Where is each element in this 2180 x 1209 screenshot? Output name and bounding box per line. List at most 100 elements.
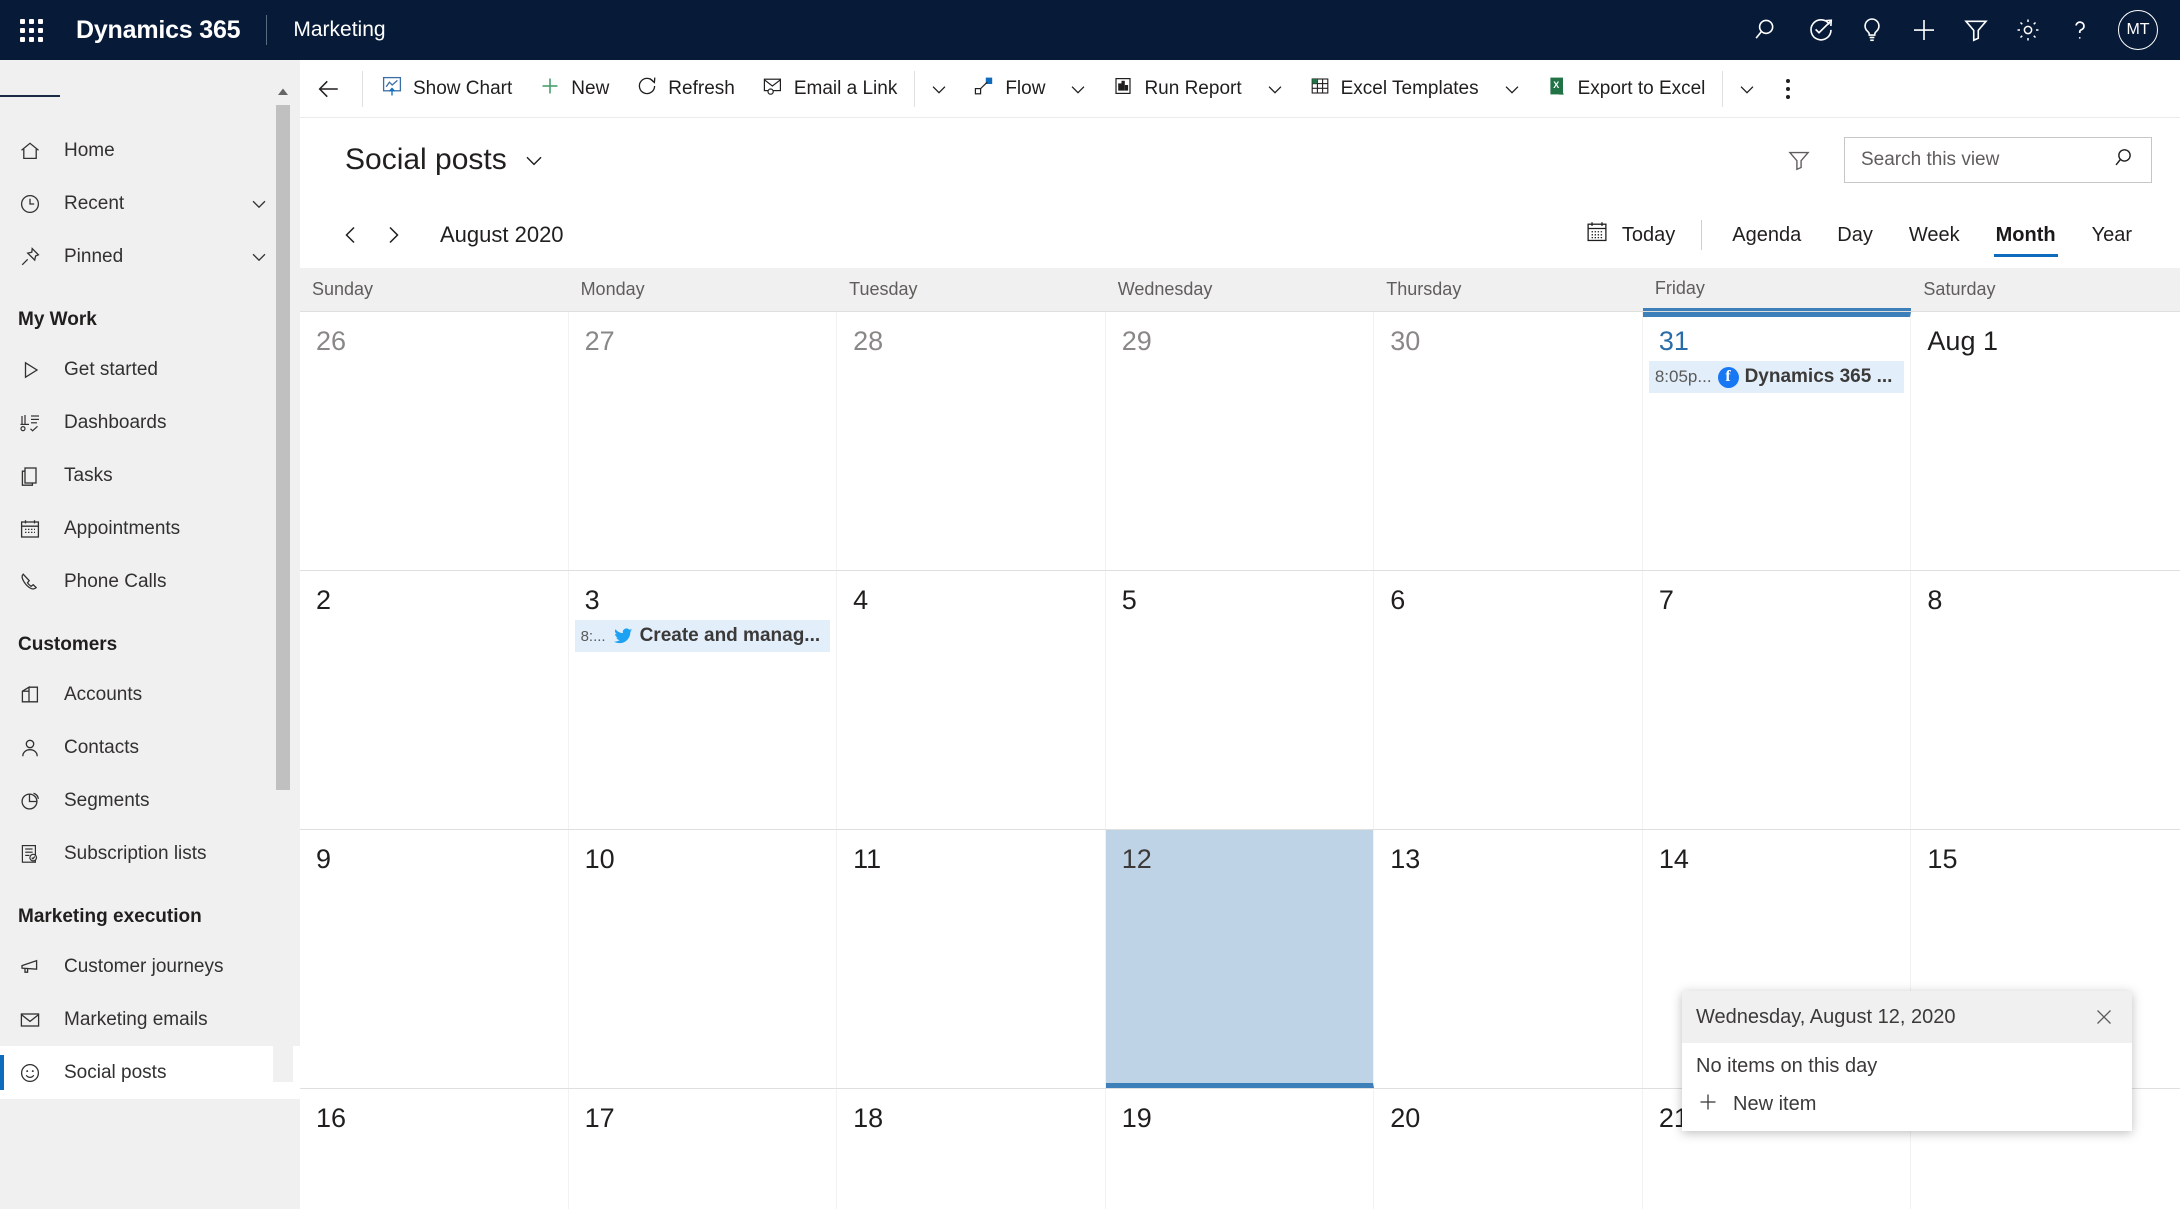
sidebar-item-appointments[interactable]: Appointments bbox=[0, 502, 300, 555]
back-button[interactable] bbox=[300, 60, 358, 117]
day-cell[interactable]: 18 bbox=[837, 1089, 1106, 1209]
sidebar-item-pinned[interactable]: Pinned bbox=[0, 230, 300, 283]
calendar-view-year[interactable]: Year bbox=[2074, 213, 2150, 257]
view-selector-chevron-down-icon[interactable] bbox=[521, 147, 547, 173]
view-filter-icon[interactable] bbox=[1776, 137, 1822, 183]
sidebar-item-dashboards[interactable]: Dashboards bbox=[0, 396, 300, 449]
day-cell[interactable]: 7 bbox=[1643, 571, 1912, 829]
page-title[interactable]: Social posts bbox=[345, 143, 507, 177]
day-cell[interactable]: 13 bbox=[1374, 830, 1643, 1088]
chevron-down-icon[interactable] bbox=[248, 193, 270, 215]
calendar-icon bbox=[18, 517, 64, 541]
chevron-down-icon[interactable] bbox=[248, 246, 270, 268]
search-input[interactable] bbox=[1861, 149, 2113, 171]
run-report-button[interactable]: Run Report bbox=[1098, 67, 1254, 111]
app-launcher-button[interactable] bbox=[0, 0, 62, 60]
day-cell[interactable]: 3 8:... Create and manag... bbox=[569, 571, 838, 829]
refresh-button[interactable]: Refresh bbox=[622, 67, 748, 111]
today-button[interactable]: Today bbox=[1570, 213, 1689, 257]
day-cell[interactable]: 11 bbox=[837, 830, 1106, 1088]
calendar-event[interactable]: 8:... Create and manag... bbox=[574, 620, 831, 652]
calendar-view-week[interactable]: Week bbox=[1891, 213, 1978, 257]
sidebar-item-segments[interactable]: Segments bbox=[0, 774, 300, 827]
email-a-link-chevron-down-icon[interactable] bbox=[919, 67, 959, 111]
sidebar-item-home[interactable]: Home bbox=[0, 124, 300, 177]
previous-period-button[interactable] bbox=[330, 214, 372, 256]
day-cell[interactable]: 30 bbox=[1374, 312, 1643, 570]
excel-templates-button[interactable]: Excel Templates bbox=[1295, 67, 1492, 111]
day-cell[interactable]: 6 bbox=[1374, 571, 1643, 829]
calendar-view-agenda[interactable]: Agenda bbox=[1714, 213, 1819, 257]
day-cell[interactable]: 8 bbox=[1911, 571, 2180, 829]
run-report-chevron-down-icon[interactable] bbox=[1255, 67, 1295, 111]
sidebar-item-phone-calls[interactable]: Phone Calls bbox=[0, 555, 300, 608]
day-cell[interactable]: 17 bbox=[569, 1089, 838, 1209]
next-period-button[interactable] bbox=[372, 214, 414, 256]
email-link-icon bbox=[761, 74, 785, 104]
user-avatar[interactable]: MT bbox=[2118, 10, 2158, 50]
calendar-event[interactable]: 8:05p... f Dynamics 365 ... bbox=[1648, 361, 1905, 393]
show-chart-button[interactable]: Show Chart bbox=[367, 67, 525, 111]
flow-chevron-down-icon[interactable] bbox=[1058, 67, 1098, 111]
gear-icon[interactable] bbox=[2002, 0, 2054, 60]
calendar-view-month[interactable]: Month bbox=[1978, 213, 2074, 257]
hamburger-menu-button[interactable] bbox=[0, 68, 60, 124]
sidebar-item-tasks[interactable]: Tasks bbox=[0, 449, 300, 502]
day-cell[interactable]: 9 bbox=[300, 830, 569, 1088]
day-number: 10 bbox=[584, 844, 615, 874]
new-button[interactable]: New bbox=[525, 67, 622, 111]
day-cell[interactable]: 16 bbox=[300, 1089, 569, 1209]
day-number: 31 bbox=[1658, 326, 1689, 356]
excel-templates-chevron-down-icon[interactable] bbox=[1492, 67, 1532, 111]
sidebar-item-recent[interactable]: Recent bbox=[0, 177, 300, 230]
plus-icon bbox=[538, 74, 562, 104]
day-cell[interactable]: 29 bbox=[1106, 312, 1375, 570]
search-icon[interactable] bbox=[1742, 0, 1794, 60]
scroll-up-arrow-icon[interactable] bbox=[276, 82, 290, 102]
day-cell[interactable]: 26 bbox=[300, 312, 569, 570]
app-name-label[interactable]: Marketing bbox=[293, 18, 385, 42]
sidebar-item-marketing-emails[interactable]: Marketing emails bbox=[0, 993, 300, 1046]
search-icon[interactable] bbox=[2113, 145, 2139, 176]
close-icon[interactable] bbox=[2084, 997, 2124, 1037]
sidebar-item-subscription-lists[interactable]: Subscription lists bbox=[0, 827, 300, 880]
sidebar-item-label: Segments bbox=[64, 789, 150, 811]
search-box[interactable] bbox=[1844, 137, 2152, 183]
calendar-week-row: 26 27 28 29 30 31 8:05p... f Dynamics 36… bbox=[300, 312, 2180, 571]
new-item-button[interactable]: New item bbox=[1696, 1090, 2118, 1119]
command-label: Email a Link bbox=[793, 77, 898, 99]
day-cell[interactable]: 4 bbox=[837, 571, 1106, 829]
day-cell-today[interactable]: 31 8:05p... f Dynamics 365 ... bbox=[1642, 312, 1912, 570]
sidebar-scrollbar-thumb[interactable] bbox=[276, 105, 290, 790]
day-cell[interactable]: 27 bbox=[569, 312, 838, 570]
sidebar-item-label: Get started bbox=[64, 358, 158, 380]
play-icon bbox=[18, 358, 64, 382]
export-to-excel-button[interactable]: X Export to Excel bbox=[1532, 67, 1719, 111]
filter-icon[interactable] bbox=[1950, 0, 2002, 60]
day-number: 20 bbox=[1390, 1103, 1421, 1133]
day-cell[interactable]: 10 bbox=[569, 830, 838, 1088]
more-commands-button[interactable] bbox=[1767, 67, 1809, 111]
sidebar-item-customer-journeys[interactable]: Customer journeys bbox=[0, 940, 300, 993]
plus-icon[interactable] bbox=[1898, 0, 1950, 60]
day-cell[interactable]: 2 bbox=[300, 571, 569, 829]
sidebar-item-contacts[interactable]: Contacts bbox=[0, 721, 300, 774]
sidebar-item-accounts[interactable]: Accounts bbox=[0, 668, 300, 721]
lightbulb-icon[interactable] bbox=[1846, 0, 1898, 60]
day-cell[interactable]: 28 bbox=[837, 312, 1106, 570]
brand-title[interactable]: Dynamics 365 bbox=[76, 16, 241, 45]
day-cell-selected[interactable]: 12 bbox=[1105, 830, 1375, 1088]
day-cell[interactable]: Aug 1 bbox=[1911, 312, 2180, 570]
calendar-view-day[interactable]: Day bbox=[1819, 213, 1891, 257]
sidebar-item-get-started[interactable]: Get started bbox=[0, 343, 300, 396]
day-cell[interactable]: 20 bbox=[1374, 1089, 1643, 1209]
day-cell[interactable]: 5 bbox=[1106, 571, 1375, 829]
day-cell[interactable]: 19 bbox=[1106, 1089, 1375, 1209]
popup-empty-message: No items on this day bbox=[1696, 1055, 1878, 1077]
email-a-link-button[interactable]: Email a Link bbox=[748, 67, 911, 111]
help-icon[interactable] bbox=[2054, 0, 2106, 60]
flow-button[interactable]: Flow bbox=[959, 67, 1058, 111]
export-to-excel-chevron-down-icon[interactable] bbox=[1727, 67, 1767, 111]
sidebar-item-social-posts[interactable]: Social posts bbox=[0, 1046, 300, 1099]
diagnostics-icon[interactable] bbox=[1794, 0, 1846, 60]
